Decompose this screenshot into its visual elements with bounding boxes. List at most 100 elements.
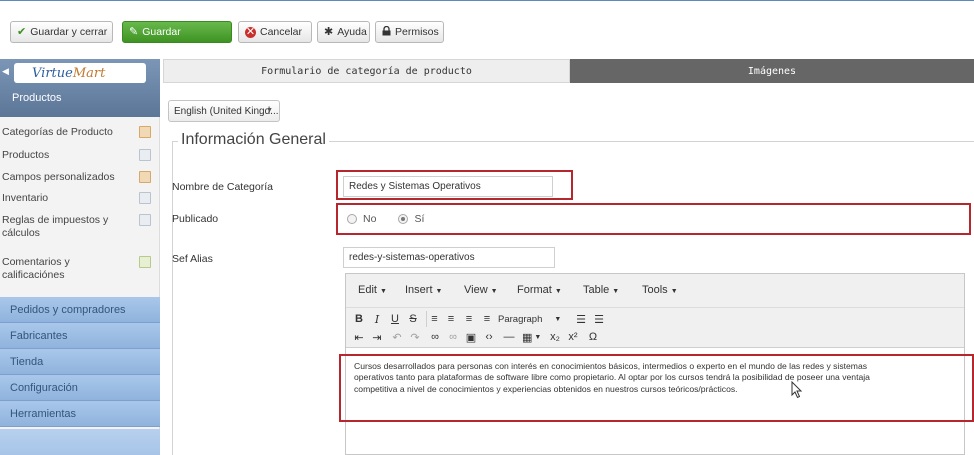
bullet-list-icon[interactable]: ☰ <box>574 311 588 327</box>
sidebar-item-tax-rules[interactable]: Reglas de impuestos y cálculos <box>0 214 160 242</box>
chevron-down-icon: ▼ <box>554 288 562 295</box>
outdent-icon[interactable]: ⇤ <box>352 329 366 345</box>
logo-text: Virtue <box>32 65 73 81</box>
sidebar-header: ◀ Virtue Mart Productos <box>0 59 160 117</box>
format-select[interactable]: Paragraph ▼ <box>498 311 568 327</box>
align-center-icon[interactable]: ≡ <box>444 311 458 327</box>
editor-menubar: Edit ▼ Insert ▼ View ▼ Format ▼ Table ▼ Tools… <box>346 274 964 308</box>
sidebar-section-tools[interactable]: Herramientas <box>0 401 160 427</box>
menu-label: Tools <box>642 284 668 296</box>
sidebar-item-label: Comentarios y calificaciónes <box>2 256 70 281</box>
horizontal-rule-icon[interactable]: — <box>502 329 516 345</box>
chevron-down-icon: ▼ <box>435 288 443 295</box>
subscript-icon[interactable]: x₂ <box>548 329 562 345</box>
sidebar-item-custom-fields[interactable]: Campos personalizados <box>0 171 160 185</box>
menu-label: Edit <box>358 284 377 296</box>
save-button[interactable]: ✎ Guardar <box>122 21 232 43</box>
highlight-box <box>339 354 974 422</box>
edit-icon <box>139 171 151 183</box>
permissions-button[interactable]: Permisos <box>375 21 444 43</box>
save-label: Guardar <box>142 26 181 38</box>
sidebar-section-orders[interactable]: Pedidos y compradores <box>0 297 160 323</box>
cancel-icon: ✕ <box>245 25 256 38</box>
menu-insert[interactable]: Insert ▼ <box>405 284 442 296</box>
help-label: Ayuda <box>337 26 367 38</box>
sidebar-footer <box>0 429 160 455</box>
highlight-box <box>336 170 573 200</box>
undo-icon[interactable]: ↶ <box>390 329 404 345</box>
collapse-arrow-icon[interactable]: ◀ <box>2 66 9 77</box>
menu-table[interactable]: Table ▼ <box>583 284 619 296</box>
fieldset-legend: Información General <box>178 131 329 149</box>
highlight-box <box>336 203 971 235</box>
redo-icon[interactable]: ↷ <box>408 329 422 345</box>
tab-bar: Formulario de categoría de producto Imág… <box>163 59 974 83</box>
sidebar: ◀ Virtue Mart Productos Categorías de Pro… <box>0 59 160 455</box>
superscript-icon[interactable]: x² <box>566 329 580 345</box>
box-icon <box>139 149 151 161</box>
format-select-value: Paragraph <box>498 313 543 325</box>
save-close-button[interactable]: ✔ Guardar y cerrar <box>10 21 113 43</box>
code-icon[interactable]: ‹› <box>482 329 496 345</box>
sidebar-section-label: Configuración <box>10 381 78 394</box>
sidebar-section-label: Herramientas <box>10 407 77 420</box>
strikethrough-icon[interactable]: S <box>406 311 420 327</box>
unlink-icon[interactable]: ∞ <box>446 329 460 345</box>
sidebar-section-manufacturers[interactable]: Fabricantes <box>0 323 160 349</box>
tab-category-form[interactable]: Formulario de categoría de producto <box>163 59 570 83</box>
edit-icon: ✎ <box>129 25 139 38</box>
sidebar-item-label: Campos personalizados <box>2 171 115 183</box>
align-right-icon[interactable]: ≡ <box>462 311 476 327</box>
cancel-label: Cancelar <box>260 26 303 38</box>
menu-label: View <box>464 284 488 296</box>
menu-label: Insert <box>405 284 433 296</box>
permissions-label: Permisos <box>395 26 439 38</box>
sidebar-section-label: Tienda <box>10 355 44 368</box>
help-button[interactable]: ✱ Ayuda <box>317 21 370 43</box>
editor-toolbar: B I U S ≡ ≡ ≡ ≡ Paragraph ▼ ☰ ☰ ⇤ ⇥ ↶ ↷ ∞… <box>346 308 964 348</box>
category-name-label: Nombre de Categoría <box>172 181 273 193</box>
list-icon <box>139 192 151 204</box>
lock-icon <box>382 25 391 39</box>
chevron-down-icon: ▼ <box>670 288 678 295</box>
sidebar-item-products[interactable]: Productos <box>0 149 160 163</box>
chevron-down-icon: ▼ <box>379 288 387 295</box>
language-select-value: English (United Kingd... <box>174 105 279 117</box>
sidebar-item-label: Inventario <box>2 192 49 204</box>
table-icon[interactable]: ▦ ▼ <box>522 329 541 345</box>
menu-format[interactable]: Format ▼ <box>517 284 562 296</box>
sidebar-item-inventory[interactable]: Inventario <box>0 192 160 206</box>
sidebar-item-label: Productos <box>2 149 50 161</box>
cancel-button[interactable]: ✕ Cancelar <box>238 21 312 43</box>
save-close-label: Guardar y cerrar <box>30 26 108 38</box>
align-left-icon[interactable]: ≡ <box>426 311 442 327</box>
sef-alias-input[interactable]: redes-y-sistemas-operativos <box>343 247 555 268</box>
sidebar-section-configuration[interactable]: Configuración <box>0 375 160 401</box>
sidebar-title: Productos <box>12 92 62 104</box>
chevron-down-icon: ▼ <box>534 333 542 341</box>
numbered-list-icon[interactable]: ☰ <box>592 311 606 327</box>
image-icon[interactable]: ▣ <box>464 329 478 345</box>
tab-images[interactable]: Imágenes <box>570 59 974 83</box>
language-select[interactable]: English (United Kingd... ▼ <box>168 100 280 122</box>
special-character-icon[interactable]: Ω <box>586 329 600 345</box>
calculator-icon <box>139 214 151 226</box>
indent-icon[interactable]: ⇥ <box>370 329 384 345</box>
sidebar-section-store[interactable]: Tienda <box>0 349 160 375</box>
menu-tools[interactable]: Tools ▼ <box>642 284 678 296</box>
chevron-down-icon: ▼ <box>490 288 498 295</box>
underline-icon[interactable]: U <box>388 311 402 327</box>
sidebar-section-label: Fabricantes <box>10 329 68 342</box>
italic-icon[interactable]: I <box>370 311 384 327</box>
chevron-down-icon: ▼ <box>612 288 620 295</box>
sidebar-item-reviews[interactable]: Comentarios y calificaciónes <box>0 256 160 284</box>
menu-edit[interactable]: Edit ▼ <box>358 284 387 296</box>
bold-icon[interactable]: B <box>352 311 366 327</box>
folder-icon <box>139 126 151 138</box>
link-icon[interactable]: ∞ <box>428 329 442 345</box>
sidebar-item-categories[interactable]: Categorías de Producto <box>0 126 160 140</box>
chevron-down-icon: ▼ <box>266 107 273 114</box>
menu-view[interactable]: View ▼ <box>464 284 498 296</box>
virtuemart-logo: Virtue Mart <box>14 63 146 83</box>
align-justify-icon[interactable]: ≡ <box>480 311 494 327</box>
